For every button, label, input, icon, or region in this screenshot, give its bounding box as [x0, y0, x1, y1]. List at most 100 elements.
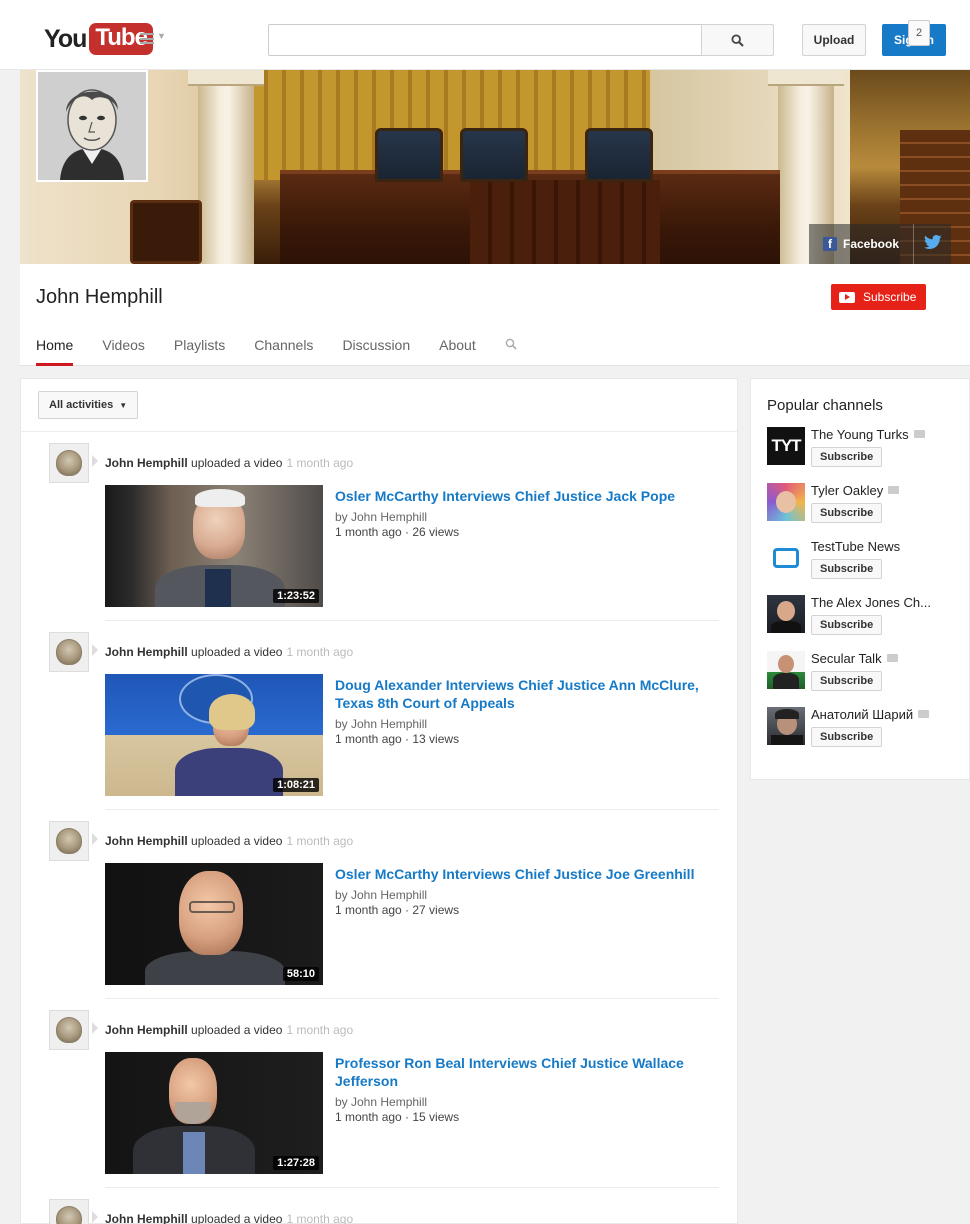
channel-avatar[interactable] [767, 595, 805, 633]
channel-avatar[interactable] [767, 707, 805, 745]
video-byline: by John Hemphill [335, 510, 428, 524]
subscriber-count: 2 [908, 20, 930, 46]
channel-avatar[interactable] [767, 483, 805, 521]
channel-item: Secular Talk Subscribe [767, 651, 967, 697]
video-title[interactable]: Osler McCarthy Interviews Chief Justice … [335, 487, 715, 505]
youtube-logo[interactable]: You Tube [44, 22, 153, 56]
subscribe-label: Subscribe [863, 290, 917, 304]
video-title[interactable]: Osler McCarthy Interviews Chief Justice … [335, 865, 715, 883]
channel-item: Tyler Oakley Subscribe [767, 483, 967, 529]
activity-text: John Hemphill uploaded a video 1 month ag… [105, 1212, 354, 1224]
feed-item: John Hemphill uploaded a video 1 month ag… [21, 632, 739, 812]
channel-item: The Alex Jones Ch... Subscribe [767, 595, 967, 641]
video-thumbnail[interactable]: 1:27:28 [105, 1052, 323, 1174]
masthead: You Tube ▼ Upload Sign in [0, 0, 970, 70]
video-meta: 1 month ago · 15 views [335, 1110, 460, 1124]
video-duration: 1:27:28 [273, 1156, 319, 1170]
channel-tabs: Home Videos Playlists Channels Discussio… [36, 330, 517, 366]
tab-home[interactable]: Home [36, 330, 74, 366]
channel-avatar[interactable] [767, 651, 805, 689]
video-thumbnail[interactable]: 1:08:21 [105, 674, 323, 796]
channel-name[interactable]: Secular Talk [811, 651, 898, 666]
video-thumbnail[interactable]: 1:23:52 [105, 485, 323, 607]
channel-name[interactable]: The Young Turks [811, 427, 925, 442]
uploader-avatar[interactable] [49, 1199, 89, 1224]
channel-subscribe-button[interactable]: Subscribe [811, 615, 883, 635]
video-duration: 1:08:21 [273, 778, 319, 792]
facebook-link[interactable]: Facebook [843, 237, 899, 251]
filter-label: All activities [49, 399, 114, 411]
channel-name[interactable]: The Alex Jones Ch... [811, 595, 931, 610]
feed-item: John Hemphill uploaded a video 1 month ag… [21, 1199, 739, 1224]
twitter-icon[interactable] [924, 234, 942, 254]
social-links: f Facebook [809, 224, 951, 264]
activity-text: John Hemphill uploaded a video 1 month ag… [105, 834, 354, 848]
video-thumbnail[interactable]: 58:10 [105, 863, 323, 985]
uploader-avatar[interactable] [49, 632, 89, 672]
activity-feed: All activities ▼ John Hemphill uploaded … [20, 378, 739, 1224]
verified-icon [886, 654, 898, 662]
subscribe-button[interactable]: Subscribe [831, 284, 927, 310]
channel-subscribe-button[interactable]: Subscribe [811, 671, 883, 691]
search-input[interactable] [268, 24, 702, 56]
video-meta: 1 month ago · 26 views [335, 525, 460, 539]
channel-item: TestTube News Subscribe [767, 539, 967, 585]
channel-avatar[interactable]: TYT [767, 427, 805, 465]
tab-playlists[interactable]: Playlists [174, 330, 225, 366]
video-title[interactable]: Doug Alexander Interviews Chief Justice … [335, 676, 715, 712]
activity-text: John Hemphill uploaded a video 1 month ag… [105, 1023, 354, 1037]
feed-item: John Hemphill uploaded a video 1 month ag… [21, 443, 739, 623]
youtube-play-icon [839, 291, 855, 303]
video-duration: 1:23:52 [273, 589, 319, 603]
activity-filter-dropdown[interactable]: All activities ▼ [38, 391, 139, 419]
activity-author[interactable]: John Hemphill [105, 645, 188, 659]
verified-icon [888, 486, 900, 494]
video-title[interactable]: Professor Ron Beal Interviews Chief Just… [335, 1054, 715, 1090]
guide-menu-icon[interactable]: ▼ [140, 30, 166, 48]
facebook-icon[interactable]: f [823, 237, 837, 251]
channel-item: TYT The Young Turks Subscribe [767, 427, 967, 473]
activity-author[interactable]: John Hemphill [105, 834, 188, 848]
channel-title[interactable]: John Hemphill [36, 286, 163, 309]
video-meta: 1 month ago · 27 views [335, 903, 460, 917]
channel-name[interactable]: TestTube News [811, 539, 900, 554]
channel-name[interactable]: Анатолий Шарий [811, 707, 930, 722]
feed-item: John Hemphill uploaded a video 1 month ag… [21, 821, 739, 1001]
video-byline: by John Hemphill [335, 888, 428, 902]
channel-avatar[interactable] [767, 539, 805, 577]
tab-about[interactable]: About [439, 330, 476, 366]
channel-subscribe-button[interactable]: Subscribe [811, 727, 883, 747]
activity-author[interactable]: John Hemphill [105, 1212, 188, 1224]
tab-videos[interactable]: Videos [102, 330, 145, 366]
search-button[interactable] [701, 24, 774, 56]
portrait-image [38, 72, 146, 180]
channel-name[interactable]: Tyler Oakley [811, 483, 900, 498]
channel-subscribe-button[interactable]: Subscribe [811, 447, 883, 467]
activity-text: John Hemphill uploaded a video 1 month ag… [105, 645, 354, 659]
uploader-avatar[interactable] [49, 1010, 89, 1050]
activity-author[interactable]: John Hemphill [105, 1023, 188, 1037]
upload-button[interactable]: Upload [802, 24, 866, 56]
tab-discussion[interactable]: Discussion [342, 330, 410, 366]
channel-header: John Hemphill Subscribe Home Videos Play… [20, 264, 970, 366]
activity-author[interactable]: John Hemphill [105, 456, 188, 470]
popular-channels: Popular channels TYT The Young Turks Sub… [750, 378, 970, 780]
tab-channels[interactable]: Channels [254, 330, 313, 366]
activity-text: John Hemphill uploaded a video 1 month ag… [105, 456, 354, 470]
uploader-avatar[interactable] [49, 443, 89, 483]
uploader-avatar[interactable] [49, 821, 89, 861]
popular-channels-title: Popular channels [767, 397, 883, 414]
channel-subscribe-button[interactable]: Subscribe [811, 559, 883, 579]
channel-item: Анатолий Шарий Subscribe [767, 707, 967, 753]
channel-search-icon[interactable] [505, 337, 517, 366]
video-byline: by John Hemphill [335, 1095, 428, 1109]
verified-icon [913, 430, 925, 438]
channel-subscribe-button[interactable]: Subscribe [811, 503, 883, 523]
channel-avatar[interactable] [36, 70, 148, 182]
video-meta: 1 month ago · 13 views [335, 732, 460, 746]
video-duration: 58:10 [282, 967, 319, 981]
caret-down-icon: ▼ [119, 400, 128, 410]
search-icon [731, 33, 744, 47]
logo-you: You [44, 24, 87, 53]
verified-icon [918, 710, 930, 718]
